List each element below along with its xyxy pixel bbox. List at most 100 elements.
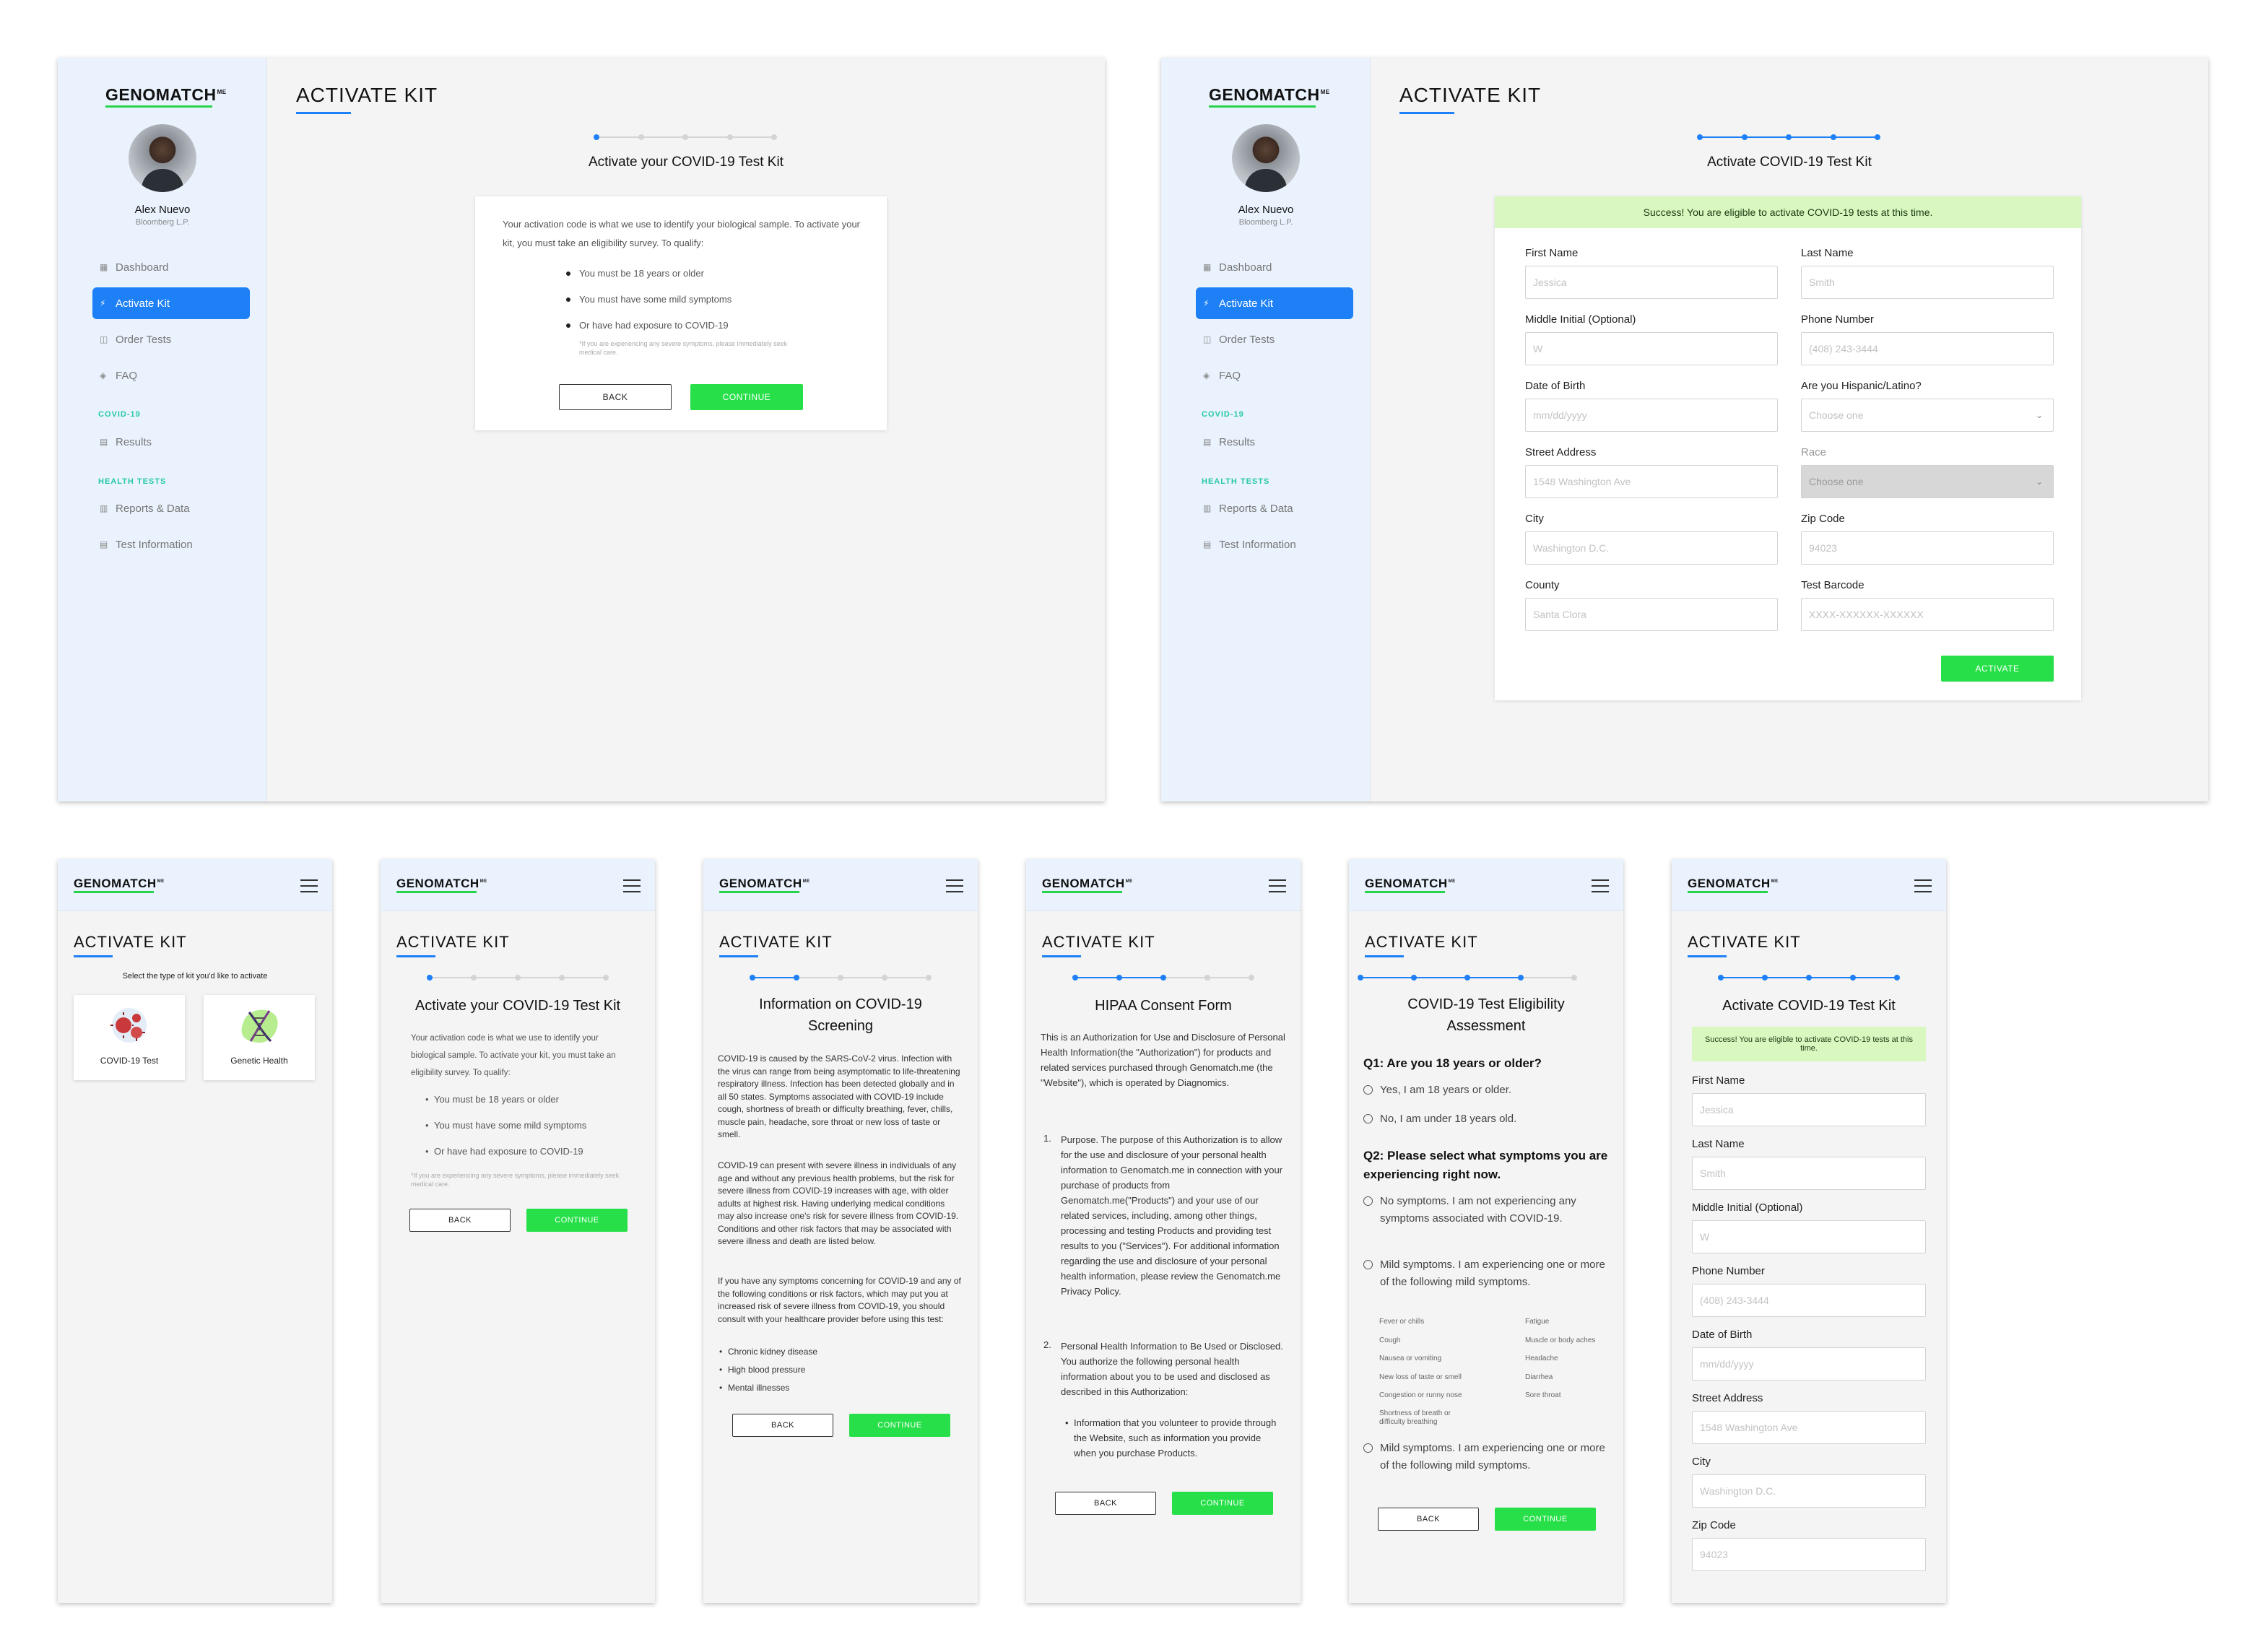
user-company: Bloomberg L.P. (135, 218, 190, 227)
sidebar-item-test-information[interactable]: ▤ Test Information (1196, 534, 1353, 555)
logo[interactable]: GENOMATCHME (719, 877, 810, 893)
phone-input[interactable]: (408) 243-3444 (1801, 332, 2054, 365)
hamburger-menu-icon[interactable] (1914, 879, 1932, 892)
street-label: Street Address (1692, 1392, 1763, 1404)
avatar[interactable] (1232, 124, 1300, 192)
back-button[interactable]: BACK (1055, 1492, 1156, 1515)
genetic-kit-card[interactable]: Genetic Health (204, 995, 315, 1080)
hispanic-select[interactable]: Choose one ⌄ (1801, 399, 2054, 432)
step-heading: Activate COVID-19 Test Kit (1722, 998, 1896, 1014)
user-name: Alex Nuevo (1238, 204, 1294, 216)
hamburger-menu-icon[interactable] (300, 879, 318, 892)
street-input[interactable]: 1548 Washington Ave (1692, 1411, 1926, 1444)
zip-input[interactable]: 94023 (1692, 1538, 1926, 1571)
sidebar: GENOMATCHME Alex Nuevo Bloomberg L.P. ▦ D… (58, 58, 267, 801)
radio-mild-symptoms-2[interactable]: Mild symptoms. I am experiencing one or … (1363, 1440, 1609, 1474)
county-input[interactable]: Santa Clora (1525, 598, 1778, 631)
first-name-label: First Name (1692, 1074, 1745, 1087)
continue-button[interactable]: CONTINUE (526, 1209, 628, 1232)
last-name-input[interactable]: Smith (1692, 1157, 1926, 1190)
middle-initial-input[interactable]: W (1692, 1220, 1926, 1253)
intro-card: Your activation code is what we use to i… (475, 196, 887, 430)
street-input[interactable]: 1548 Washington Ave (1525, 465, 1778, 498)
radio-button[interactable] (1363, 1443, 1373, 1453)
first-name-input[interactable]: Jessica (1692, 1093, 1926, 1126)
hamburger-menu-icon[interactable] (1269, 879, 1286, 892)
sidebar-item-dashboard[interactable]: ▦ Dashboard (92, 257, 250, 277)
sidebar-item-results[interactable]: ▤ Results (1196, 432, 1353, 452)
back-button[interactable]: BACK (559, 384, 672, 410)
lightning-icon: ⚡ (1203, 298, 1210, 308)
continue-button[interactable]: CONTINUE (1172, 1492, 1273, 1515)
sidebar-item-faq[interactable]: ◈ FAQ (92, 365, 250, 386)
virus-icon (110, 1008, 147, 1043)
info-paragraph: If you have any symptoms concerning for … (718, 1276, 961, 1324)
zip-input[interactable]: 94023 (1801, 531, 2054, 565)
city-input[interactable]: Washington D.C. (1692, 1474, 1926, 1508)
city-input[interactable]: Washington D.C. (1525, 531, 1778, 565)
radio-mild-symptoms[interactable]: Mild symptoms. I am experiencing one or … (1363, 1256, 1609, 1291)
mobile-form-screen: GENOMATCHME ACTIVATE KIT Activate COVID-… (1672, 859, 1946, 1603)
logo[interactable]: GENOMATCHME (105, 85, 227, 108)
continue-button[interactable]: CONTINUE (849, 1414, 950, 1437)
radio-age-no[interactable]: No, I am under 18 years old. (1363, 1110, 1609, 1128)
radio-age-yes[interactable]: Yes, I am 18 years or older. (1363, 1082, 1609, 1099)
sidebar-item-reports[interactable]: ▥ Reports & Data (1196, 498, 1353, 518)
sidebar-item-faq[interactable]: ◈ FAQ (1196, 365, 1353, 386)
chevron-down-icon: ⌄ (2035, 477, 2043, 487)
last-name-input[interactable]: Smith (1801, 266, 2054, 299)
section-covid: COVID-19 (98, 410, 141, 419)
logo[interactable]: GENOMATCHME (1365, 877, 1456, 893)
sidebar-item-activate-kit[interactable]: ⚡ Activate Kit (1196, 287, 1353, 319)
radio-no-symptoms[interactable]: No symptoms. I am not experiencing any s… (1363, 1193, 1609, 1227)
sidebar-item-dashboard[interactable]: ▦ Dashboard (1196, 257, 1353, 277)
chart-icon: ▥ (100, 503, 108, 513)
last-name-label: Last Name (1801, 247, 1854, 259)
requirement-item: You must be 18 years or older (425, 1093, 559, 1106)
logo[interactable]: GENOMATCHME (1688, 877, 1779, 893)
back-button[interactable]: BACK (409, 1209, 511, 1232)
dob-label: Date of Birth (1525, 380, 1586, 392)
first-name-input[interactable]: Jessica (1525, 266, 1778, 299)
desktop-intro-screen: GENOMATCHME Alex Nuevo Bloomberg L.P. ▦ D… (58, 58, 1105, 801)
dob-input[interactable]: mm/dd/yyyy (1692, 1347, 1926, 1381)
logo[interactable]: GENOMATCHME (74, 877, 165, 893)
hamburger-menu-icon[interactable] (946, 879, 963, 892)
radio-button[interactable] (1363, 1196, 1373, 1206)
sidebar-item-test-information[interactable]: ▤ Test Information (92, 534, 250, 555)
logo[interactable]: GENOMATCHME (1209, 85, 1330, 108)
sidebar-item-order-tests[interactable]: ◫ Order Tests (1196, 329, 1353, 349)
phone-input[interactable]: (408) 243-3444 (1692, 1284, 1926, 1317)
sidebar-item-results[interactable]: ▤ Results (92, 432, 250, 452)
progress-steps (427, 975, 609, 981)
question-age: Q1: Are you 18 years or older? (1363, 1056, 1542, 1070)
avatar[interactable] (129, 124, 196, 192)
progress-steps (1718, 975, 1900, 981)
covid-kit-card[interactable]: COVID-19 Test (74, 995, 185, 1080)
back-button[interactable]: BACK (732, 1414, 833, 1437)
document-icon: ▤ (100, 437, 108, 447)
sidebar-item-activate-kit[interactable]: ⚡ Activate Kit (92, 287, 250, 319)
dob-input[interactable]: mm/dd/yyyy (1525, 399, 1778, 432)
sidebar-item-order-tests[interactable]: ◫ Order Tests (92, 329, 250, 349)
radio-button[interactable] (1363, 1114, 1373, 1123)
radio-button[interactable] (1363, 1260, 1373, 1269)
hamburger-menu-icon[interactable] (1592, 879, 1609, 892)
genetic-kit-label: Genetic Health (230, 1056, 288, 1066)
continue-button[interactable]: CONTINUE (1495, 1508, 1596, 1531)
hamburger-menu-icon[interactable] (623, 879, 641, 892)
zip-label: Zip Code (1692, 1519, 1736, 1531)
radio-button[interactable] (1363, 1085, 1373, 1095)
file-icon: ▤ (100, 539, 108, 549)
logo[interactable]: GENOMATCHME (396, 877, 487, 893)
activate-button[interactable]: ACTIVATE (1941, 656, 2054, 682)
barcode-input[interactable]: XXXX-XXXXXX-XXXXXX (1801, 598, 2054, 631)
requirement-item: You must have some mild symptoms (425, 1119, 586, 1132)
continue-button[interactable]: CONTINUE (690, 384, 803, 410)
sidebar-item-reports[interactable]: ▥ Reports & Data (92, 498, 250, 518)
middle-initial-input[interactable]: W (1525, 332, 1778, 365)
race-select: Choose one ⌄ (1801, 465, 2054, 498)
tag-icon: ◈ (100, 370, 107, 381)
back-button[interactable]: BACK (1378, 1508, 1479, 1531)
logo[interactable]: GENOMATCHME (1042, 877, 1133, 893)
